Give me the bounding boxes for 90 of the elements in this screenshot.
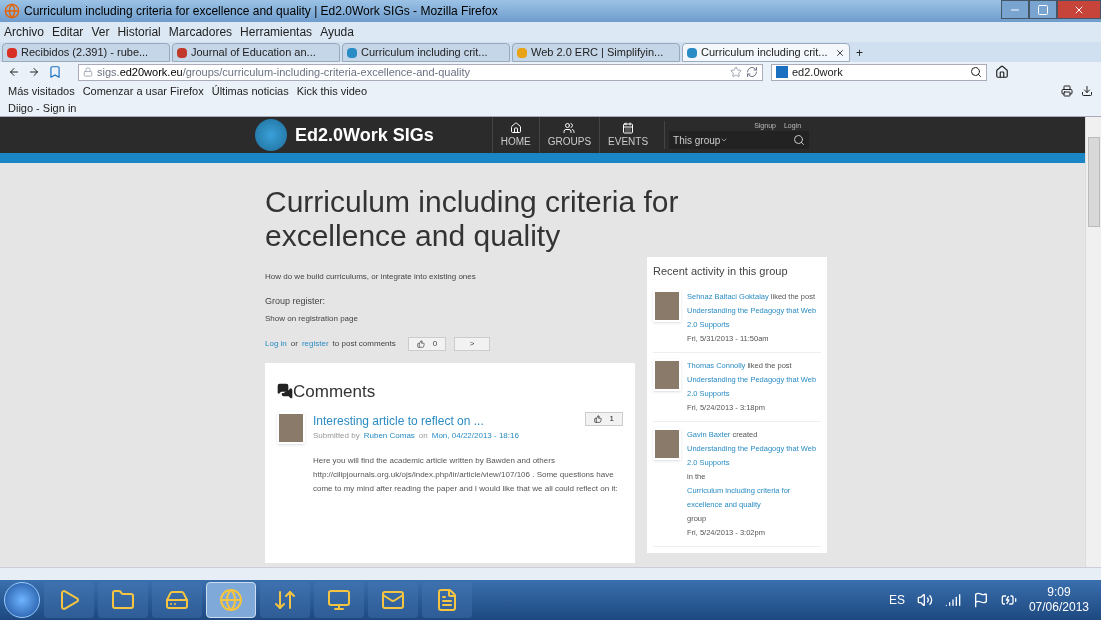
comments-icon (277, 383, 293, 400)
menu-item[interactable]: Ayuda (320, 23, 354, 41)
start-button[interactable] (4, 582, 40, 618)
calendar-icon (622, 121, 635, 134)
window-title: Curriculum including criteria for excellence and quality | Ed2.0Work SIGs - Mozilla Firefox (24, 3, 498, 20)
menu-item[interactable]: Marcadores (168, 23, 233, 41)
search-icon[interactable] (793, 134, 806, 147)
star-icon[interactable] (730, 66, 742, 78)
submitted-text: Submitted by (313, 430, 360, 442)
taskbar-app[interactable] (98, 582, 148, 618)
browser-tab[interactable]: Curriculum including crit... (342, 43, 510, 62)
site-name[interactable]: Ed2.0Work SIGs (295, 121, 434, 149)
drive-icon (165, 588, 189, 612)
bookmark-item[interactable]: Comenzar a usar Firefox (82, 82, 204, 100)
field-value: Show on registration page (265, 312, 359, 325)
thumbs-up-icon (416, 339, 425, 348)
thumbs-up-icon (593, 415, 602, 423)
language-indicator[interactable]: ES (888, 591, 905, 609)
address-field[interactable]: sigs.ed20work.eu/groups/curriculum-including-criteria-excellence-and-quality (78, 63, 763, 81)
reload-icon[interactable] (746, 66, 758, 78)
taskbar-app[interactable] (368, 582, 418, 618)
page-title: Curriculum including criteria for excellence and quality (265, 185, 680, 253)
engine-icon (776, 66, 788, 78)
forward-icon[interactable] (28, 66, 40, 78)
print-icon[interactable] (1061, 85, 1073, 97)
back-icon[interactable] (8, 66, 20, 78)
folder-icon (111, 588, 135, 612)
bookmark-item[interactable]: Últimas noticias (211, 82, 289, 100)
volume-icon[interactable] (916, 592, 933, 608)
taskbar-app[interactable] (152, 582, 202, 618)
group-description: How do we build curriculums, or integrate into existing ones (265, 271, 477, 283)
like-button[interactable]: 1 (584, 412, 623, 426)
like-button[interactable]: 0 (407, 336, 447, 351)
post-text: to post comments (332, 337, 396, 350)
taskbar-app[interactable] (422, 582, 472, 618)
menu-item[interactable]: Historial (117, 23, 161, 41)
menu-item[interactable]: Editar (52, 23, 84, 41)
globe-icon (4, 3, 20, 19)
minimize-button[interactable] (1001, 0, 1029, 19)
share-button[interactable]: > (454, 336, 491, 351)
connector-text: or (290, 337, 298, 350)
people-icon (563, 121, 576, 134)
bookmark-item[interactable]: Diigo - Sign in (8, 99, 77, 117)
flag-icon[interactable] (972, 592, 989, 608)
panel-heading: Recent activity in this group (653, 264, 789, 279)
avatar (653, 358, 681, 391)
menu-item[interactable]: Ver (91, 23, 110, 41)
search-field[interactable]: This group (669, 131, 810, 150)
globe-icon (219, 588, 243, 612)
comment-body: Here you will find the academic article written by Bawden and others http://cilipjournals.org.uk/ojs/index.php/lir/article/view/107/106 . Some questions have come to my mind after reading the paper and I would like that we all could reflect on it: (313, 455, 619, 495)
lock-icon (83, 67, 93, 77)
maximize-button[interactable] (1029, 0, 1057, 19)
section-heading: Comments (293, 380, 376, 403)
download-icon[interactable] (1081, 85, 1093, 97)
browser-tab[interactable]: Curriculum including crit... (682, 43, 850, 62)
signal-icon[interactable] (944, 592, 961, 608)
bookmark-item[interactable]: Más visitados (8, 82, 75, 100)
clock[interactable]: 9:09 07/06/2013 (1028, 585, 1089, 615)
home-icon (509, 121, 522, 134)
menu-item[interactable]: Herramientas (240, 23, 313, 41)
scrollbar[interactable] (1085, 117, 1101, 567)
close-tab-icon[interactable] (835, 47, 845, 58)
field-label: Group register: (265, 295, 327, 308)
bookmark-icon[interactable] (48, 65, 62, 79)
taskbar-app[interactable] (44, 582, 94, 618)
browser-tab[interactable]: Recibidos (2.391) - rube... (2, 43, 170, 62)
avatar (277, 412, 305, 444)
search-icon[interactable] (970, 66, 982, 78)
browser-tab[interactable]: Journal of Education an... (172, 43, 340, 62)
arrows-icon (273, 588, 297, 612)
battery-icon[interactable] (1000, 592, 1017, 608)
monitor-icon (327, 588, 351, 612)
browser-tab[interactable]: Web 2.0 ERC | Simplifyin... (512, 43, 680, 62)
document-icon (435, 588, 459, 612)
author-link[interactable]: Ruben Comas (363, 430, 415, 442)
on-text: on (418, 430, 428, 442)
taskbar-app[interactable] (260, 582, 310, 618)
menu-item[interactable]: Archivo (4, 23, 44, 41)
search-field[interactable]: ed2.0work (771, 63, 987, 81)
envelope-icon (381, 588, 405, 612)
date-link[interactable]: Mon, 04/22/2013 - 18:16 (431, 430, 519, 442)
avatar (653, 427, 681, 460)
maximize-icon (1037, 3, 1049, 16)
taskbar-app[interactable] (314, 582, 364, 618)
comment-title[interactable]: Interesting article to reflect on ... (313, 412, 519, 430)
bookmark-item[interactable]: Kick this video (296, 82, 368, 100)
avatar (653, 289, 681, 322)
globe-logo-icon (255, 119, 287, 151)
new-tab-button[interactable]: + (852, 43, 867, 62)
home-icon[interactable] (995, 65, 1009, 79)
